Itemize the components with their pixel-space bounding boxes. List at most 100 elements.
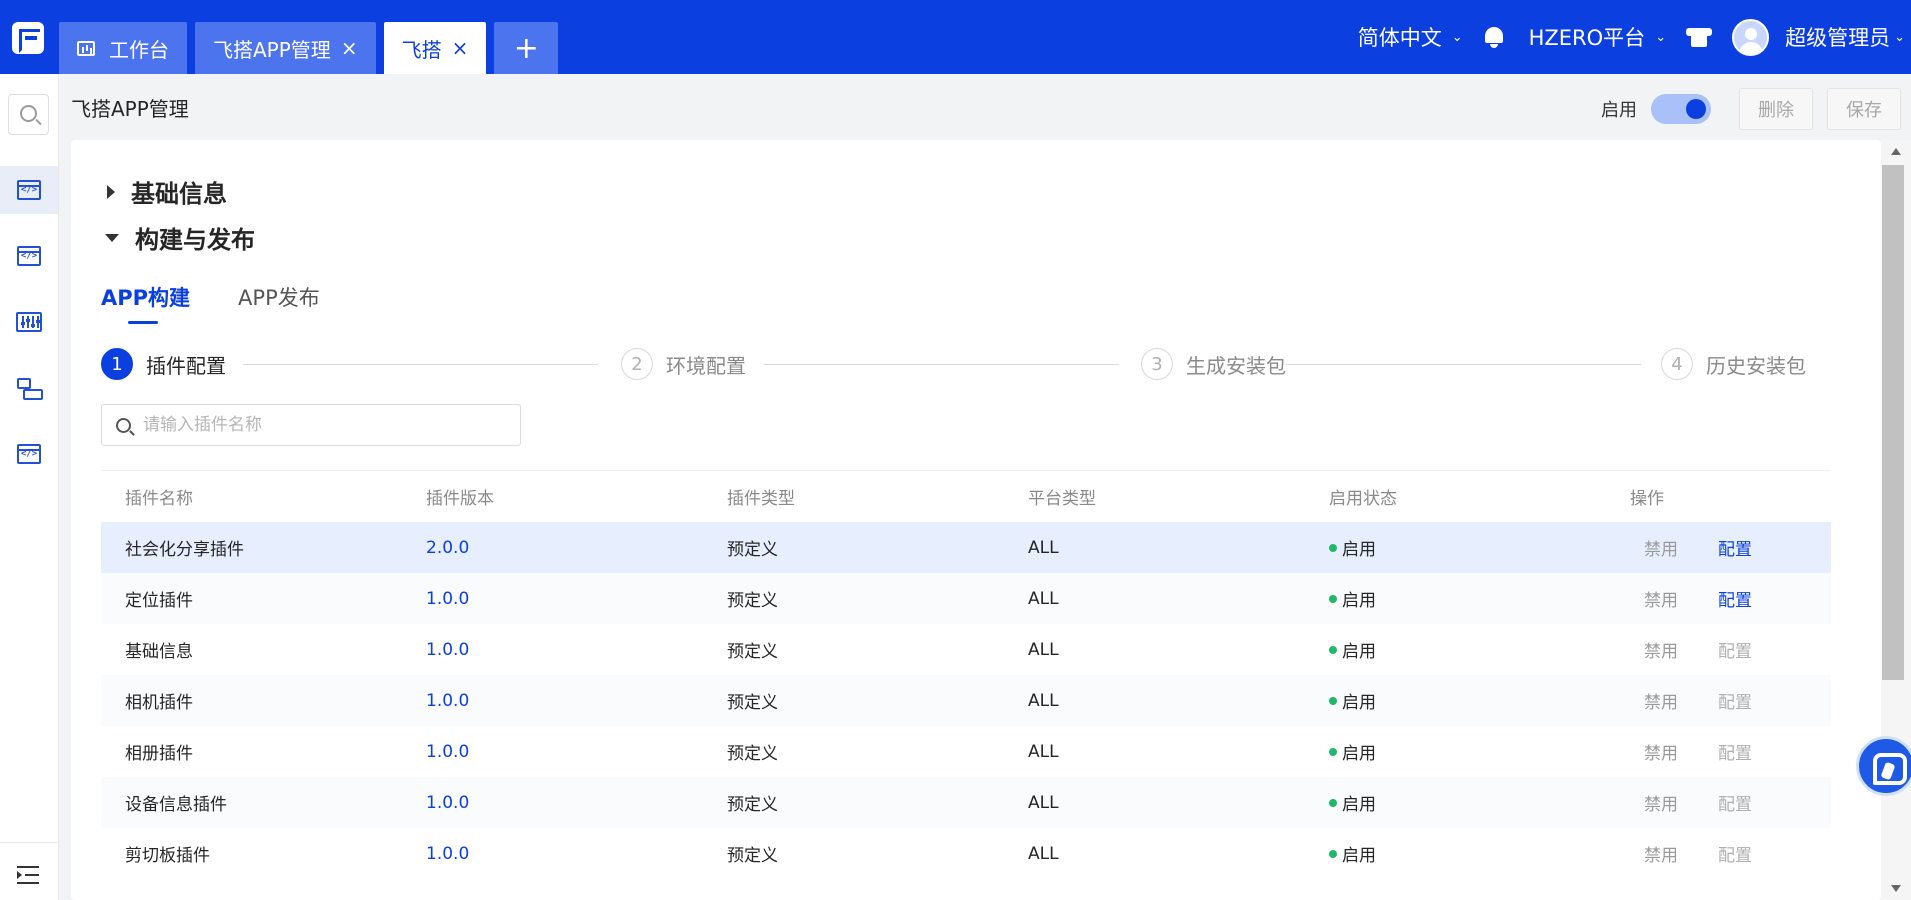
table-row[interactable]: 设备信息插件 1.0.0 预定义 ALL 启用 禁用 配置 xyxy=(101,777,1831,828)
config-link[interactable]: 配置 xyxy=(1718,535,1752,560)
disable-link[interactable]: 禁用 xyxy=(1644,586,1678,611)
step-label: 历史安装包 xyxy=(1706,353,1806,378)
tab-label: 飞搭 xyxy=(401,37,442,62)
step-number: 2 xyxy=(621,348,653,380)
platform-select[interactable]: HZERO平台 ⌄ xyxy=(1529,22,1666,52)
table-body: 社会化分享插件 2.0.0 预定义 ALL 启用 禁用 配置 定位插件 1.0.0… xyxy=(101,522,1831,879)
table-row[interactable]: 定位插件 1.0.0 预定义 ALL 启用 禁用 配置 xyxy=(101,573,1831,624)
scroll-down-icon[interactable] xyxy=(1891,885,1901,892)
step-label: 生成安装包 xyxy=(1186,353,1286,378)
chat-assistant-icon[interactable] xyxy=(1856,736,1911,796)
sidebar-item-2[interactable]: </> xyxy=(0,232,58,280)
subtab-app-publish[interactable]: APP发布 xyxy=(238,282,320,322)
config-link[interactable]: 配置 xyxy=(1718,841,1752,866)
plugin-type: 预定义 xyxy=(727,540,778,560)
table-row[interactable]: 基础信息 1.0.0 预定义 ALL 启用 禁用 配置 xyxy=(101,624,1831,675)
table-header: 插件名称 插件版本 插件类型 平台类型 启用状态 操作 xyxy=(101,470,1831,522)
scroll-thumb[interactable] xyxy=(1882,165,1904,680)
plugin-name: 剪切板插件 xyxy=(125,846,210,866)
disable-link[interactable]: 禁用 xyxy=(1644,535,1678,560)
disable-link[interactable]: 禁用 xyxy=(1644,688,1678,713)
section-basic-info[interactable]: 基础信息 xyxy=(105,174,227,209)
status-cell: 启用 xyxy=(1305,637,1606,662)
table-row[interactable]: 相机插件 1.0.0 预定义 ALL 启用 禁用 配置 xyxy=(101,675,1831,726)
status-text: 启用 xyxy=(1342,540,1376,560)
actions-cell: 禁用 配置 xyxy=(1606,790,1831,815)
step-connector xyxy=(764,364,1119,365)
platform-type: ALL xyxy=(1028,690,1059,711)
step-plugin-config[interactable]: 1 插件配置 xyxy=(101,348,226,380)
tab-workbench[interactable]: 工作台 xyxy=(59,22,187,74)
step-number: 4 xyxy=(1661,348,1693,380)
step-connector xyxy=(243,364,598,365)
tab-feida[interactable]: 飞搭 × xyxy=(383,22,487,74)
language-select[interactable]: 简体中文 ⌄ xyxy=(1358,22,1463,52)
add-tab-button[interactable]: + xyxy=(494,22,559,74)
status-cell: 启用 xyxy=(1305,739,1606,764)
config-link[interactable]: 配置 xyxy=(1718,586,1752,611)
config-link[interactable]: 配置 xyxy=(1718,688,1752,713)
page-actions: 启用 删除 保存 xyxy=(1601,88,1901,130)
close-icon[interactable]: × xyxy=(452,38,469,58)
status-dot-icon xyxy=(1329,697,1337,705)
plugin-version: 1.0.0 xyxy=(426,792,470,813)
sidebar-item-1[interactable]: </> xyxy=(0,166,58,214)
language-label: 简体中文 xyxy=(1357,26,1442,50)
disable-link[interactable]: 禁用 xyxy=(1644,841,1678,866)
close-icon[interactable]: × xyxy=(341,38,358,58)
table-row[interactable]: 相册插件 1.0.0 预定义 ALL 启用 禁用 配置 xyxy=(101,726,1831,777)
user-menu[interactable]: 超级管理员 ⌄ xyxy=(1732,18,1905,56)
step-env-config[interactable]: 2 环境配置 xyxy=(621,348,746,380)
actions-cell: 禁用 配置 xyxy=(1606,586,1831,611)
sidebar-search-button[interactable] xyxy=(8,94,49,135)
platform-type: ALL xyxy=(1028,741,1059,762)
plugin-type: 预定义 xyxy=(727,795,778,815)
theme-button[interactable] xyxy=(1686,25,1713,49)
table-row[interactable]: 社会化分享插件 2.0.0 预定义 ALL 启用 禁用 配置 xyxy=(101,522,1831,573)
column-header: 启用状态 xyxy=(1329,489,1397,509)
tab-feida-app-management[interactable]: 飞搭APP管理 × xyxy=(195,22,376,74)
status-text: 启用 xyxy=(1342,591,1376,611)
code-icon: </> xyxy=(17,444,41,464)
avatar xyxy=(1732,18,1770,56)
code-icon: </> xyxy=(17,246,41,266)
status-dot-icon xyxy=(1329,544,1337,552)
sidebar-item-4[interactable] xyxy=(0,364,58,412)
sidebar-item-3[interactable] xyxy=(0,298,58,346)
step-generate-package[interactable]: 3 生成安装包 xyxy=(1141,348,1286,380)
platform-label: HZERO平台 xyxy=(1528,26,1646,50)
caret-right-icon xyxy=(107,184,115,199)
actions-cell: 禁用 配置 xyxy=(1606,841,1831,866)
delete-button[interactable]: 删除 xyxy=(1739,88,1813,130)
disable-link[interactable]: 禁用 xyxy=(1644,637,1678,662)
enable-label: 启用 xyxy=(1601,100,1637,121)
scroll-up-icon[interactable] xyxy=(1891,148,1901,155)
config-link[interactable]: 配置 xyxy=(1718,637,1752,662)
actions-cell: 禁用 配置 xyxy=(1606,637,1831,662)
plugin-version: 1.0.0 xyxy=(426,741,470,762)
tab-bar: 工作台 飞搭APP管理 × 飞搭 × + xyxy=(59,22,566,74)
config-link[interactable]: 配置 xyxy=(1718,739,1752,764)
search-icon xyxy=(20,105,37,122)
table-row[interactable]: 剪切板插件 1.0.0 预定义 ALL 启用 禁用 配置 xyxy=(101,828,1831,879)
config-link[interactable]: 配置 xyxy=(1718,790,1752,815)
enable-switch[interactable] xyxy=(1651,94,1711,124)
tab-label: 飞搭APP管理 xyxy=(213,37,331,62)
sidebar-item-5[interactable]: </> xyxy=(0,430,58,478)
app-logo-icon[interactable] xyxy=(12,22,44,54)
plugin-search-input[interactable] xyxy=(143,415,503,435)
save-button[interactable]: 保存 xyxy=(1827,88,1901,130)
subtab-app-build[interactable]: APP构建 xyxy=(101,282,190,324)
plugin-name: 相机插件 xyxy=(125,693,193,713)
disable-link[interactable]: 禁用 xyxy=(1644,790,1678,815)
notification-button[interactable] xyxy=(1483,25,1509,49)
slider-icon xyxy=(16,312,42,332)
menu-toggle-icon[interactable] xyxy=(17,866,39,884)
step-history-package[interactable]: 4 历史安装包 xyxy=(1661,348,1806,380)
status-text: 启用 xyxy=(1342,693,1376,713)
column-header: 插件版本 xyxy=(426,489,494,509)
section-build-publish[interactable]: 构建与发布 xyxy=(105,220,255,255)
disable-link[interactable]: 禁用 xyxy=(1644,739,1678,764)
status-cell: 启用 xyxy=(1305,688,1606,713)
status-dot-icon xyxy=(1329,595,1337,603)
